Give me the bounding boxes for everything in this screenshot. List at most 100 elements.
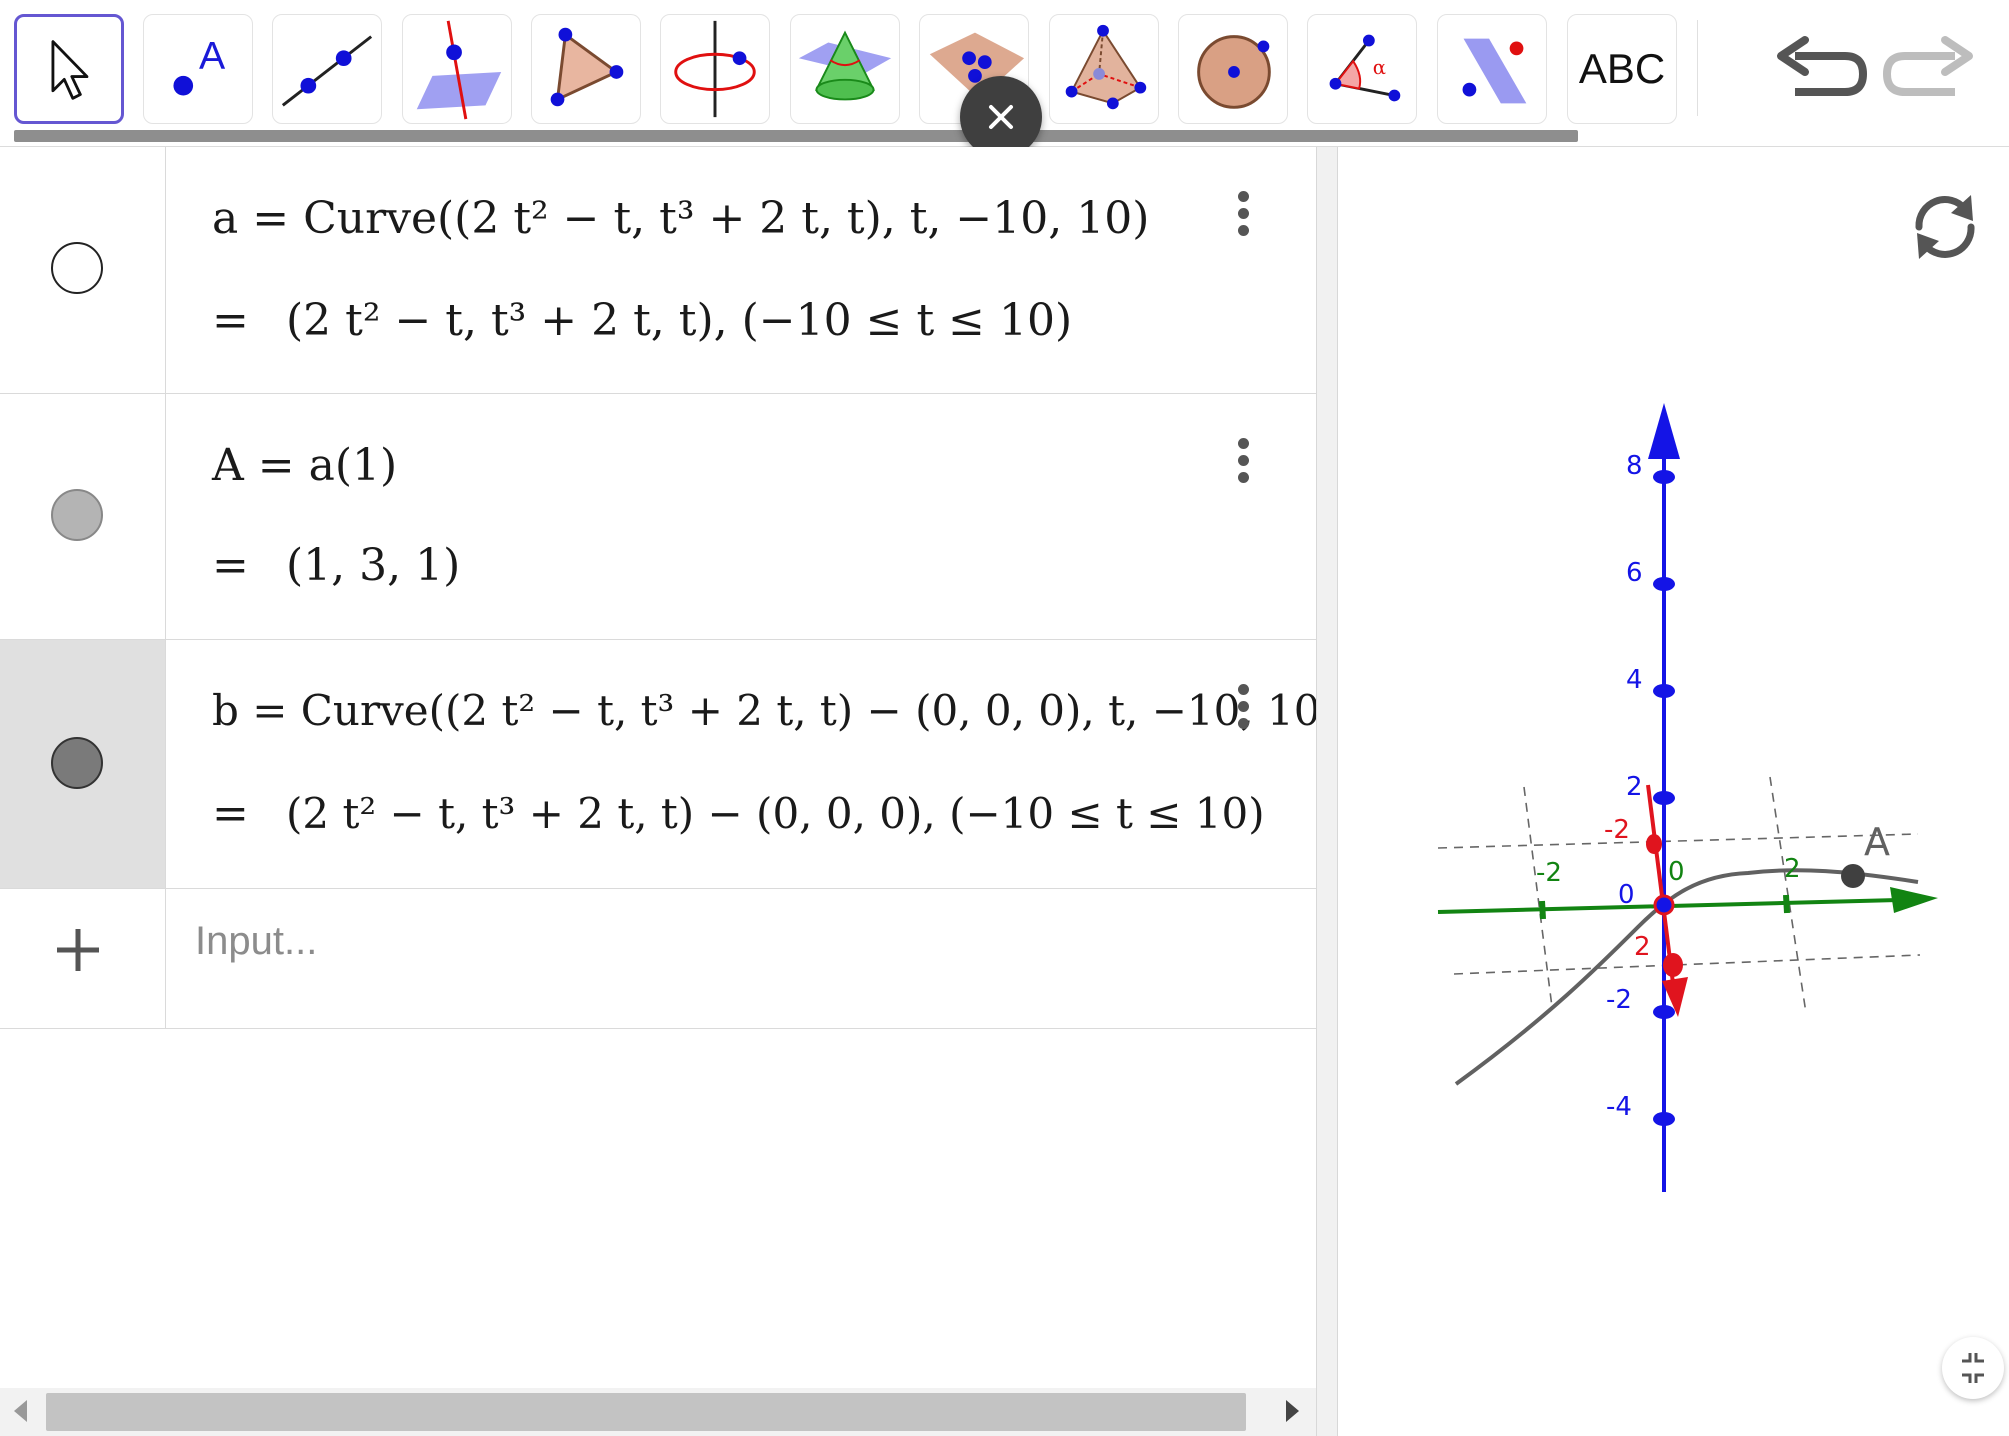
extrude-to-cone-tool-button[interactable] bbox=[790, 14, 900, 124]
angle-icon: α bbox=[1329, 34, 1401, 102]
scroll-left-arrow-icon[interactable] bbox=[14, 1400, 27, 1422]
point-icon: A bbox=[173, 34, 226, 96]
value-text-a: (2 t² − t, t³ + 2 t, t), (−10 ≤ t ≤ 10) bbox=[286, 295, 1073, 346]
y-tick-label: -2 bbox=[1536, 858, 1562, 888]
toolbar-separator bbox=[1697, 20, 1698, 116]
algebra-view: a = Curve((2 t² − t, t³ + 2 t, t), t, −1… bbox=[0, 147, 1337, 1387]
z-tick bbox=[1653, 577, 1675, 591]
polygon-tool-button[interactable] bbox=[531, 14, 641, 124]
polygon-icon bbox=[550, 27, 624, 107]
cone-icon bbox=[798, 30, 892, 101]
definition-b[interactable]: b = Curve((2 t² − t, t³ + 2 t, t) − (0, … bbox=[212, 686, 1337, 735]
visibility-toggle-a[interactable] bbox=[51, 242, 103, 294]
z-tick bbox=[1653, 1112, 1675, 1126]
svg-text:α: α bbox=[1373, 56, 1386, 79]
reflect-plane-icon bbox=[1462, 38, 1527, 104]
equals-sign: = bbox=[212, 295, 249, 346]
point-A-label: A bbox=[1864, 820, 1890, 864]
algebra-row-b[interactable]: b = Curve((2 t² − t, t³ + 2 t, t) − (0, … bbox=[0, 640, 1337, 889]
redo-button[interactable] bbox=[1875, 30, 1985, 116]
value-text-b: (2 t² − t, t³ + 2 t, t) − (0, 0, 0), (−1… bbox=[286, 789, 1265, 838]
toolbar-scrollbar[interactable] bbox=[14, 130, 1578, 142]
z-tick bbox=[1653, 791, 1675, 805]
grid-line bbox=[1437, 833, 1919, 849]
value-A: = (1, 3, 1) bbox=[212, 540, 460, 591]
close-toolbar-button[interactable] bbox=[960, 76, 1042, 158]
z-tick-label: 8 bbox=[1626, 451, 1643, 481]
z-tick-label: 6 bbox=[1626, 558, 1643, 588]
y-axis-arrow-icon bbox=[1890, 887, 1938, 913]
origin-point bbox=[1653, 894, 1675, 916]
algebra-row-A[interactable]: A = a(1) = (1, 3, 1) bbox=[0, 394, 1316, 640]
rotate-view-button[interactable] bbox=[1905, 187, 1985, 267]
y-tick bbox=[1783, 894, 1790, 914]
equals-sign: = bbox=[212, 788, 249, 839]
grid-line bbox=[1523, 786, 1553, 1008]
point-A bbox=[1841, 864, 1865, 888]
sphere-tool-button[interactable] bbox=[1178, 14, 1288, 124]
row-menu-a[interactable] bbox=[1236, 191, 1250, 242]
cursor-arrow-icon bbox=[51, 40, 89, 100]
reflect-about-plane-tool-button[interactable] bbox=[1437, 14, 1547, 124]
svg-text:A: A bbox=[199, 34, 226, 78]
fit-view-icon bbox=[1962, 1353, 1984, 1383]
y-tick-label: 2 bbox=[1784, 854, 1801, 884]
x-tick bbox=[1663, 953, 1683, 977]
row-gutter bbox=[0, 147, 166, 393]
row-menu-A[interactable] bbox=[1236, 438, 1250, 489]
value-text-A: (1, 3, 1) bbox=[286, 540, 461, 591]
move-tool-button[interactable] bbox=[14, 14, 124, 124]
grid-line bbox=[1453, 954, 1921, 975]
x-tick-label: 2 bbox=[1634, 932, 1651, 962]
graphics-3d-canvas[interactable]: 8 6 4 2 -2 -4 -2 0 2 -2 2 0 A bbox=[1338, 147, 2009, 1436]
equals-sign: = bbox=[212, 540, 249, 591]
origin-label: 0 bbox=[1618, 880, 1635, 910]
z-tick-labels: 8 6 4 2 -2 -4 bbox=[1606, 451, 1643, 1122]
circle-with-axis-tool-button[interactable] bbox=[660, 14, 770, 124]
line-tool-button[interactable] bbox=[272, 14, 382, 124]
row-gutter bbox=[0, 394, 166, 639]
scroll-right-arrow-icon[interactable] bbox=[1286, 1400, 1299, 1422]
perpendicular-line-icon bbox=[416, 20, 502, 120]
z-tick-label: 2 bbox=[1626, 772, 1643, 802]
line-icon bbox=[281, 35, 373, 107]
angle-tool-button[interactable]: α bbox=[1307, 14, 1417, 124]
definition-A[interactable]: A = a(1) bbox=[212, 440, 397, 491]
y-tick bbox=[1539, 900, 1546, 920]
scrollbar-thumb[interactable] bbox=[46, 1393, 1246, 1431]
point-tool-button[interactable]: A bbox=[143, 14, 253, 124]
pyramid-icon bbox=[1065, 24, 1147, 110]
circle-axis-icon bbox=[674, 20, 756, 118]
row-gutter bbox=[0, 640, 166, 888]
x-tick bbox=[1646, 834, 1662, 854]
algebra-row-a[interactable]: a = Curve((2 t² − t, t³ + 2 t, t), t, −1… bbox=[0, 147, 1316, 394]
algebra-input[interactable] bbox=[190, 909, 1280, 973]
plus-icon[interactable] bbox=[55, 927, 101, 973]
rotate-view-icon bbox=[1915, 195, 1975, 259]
z-tick-label: -2 bbox=[1606, 985, 1632, 1015]
z-tick-label: -4 bbox=[1606, 1092, 1632, 1122]
y-axis bbox=[1437, 887, 1938, 920]
z-tick-label: 4 bbox=[1626, 665, 1643, 695]
z-tick bbox=[1653, 1005, 1675, 1019]
z-axis bbox=[1648, 403, 1680, 1192]
visibility-toggle-b[interactable] bbox=[51, 737, 103, 789]
algebra-horizontal-scrollbar[interactable] bbox=[0, 1388, 1316, 1436]
fit-view-button[interactable] bbox=[1942, 1337, 2004, 1399]
visibility-toggle-A[interactable] bbox=[51, 489, 103, 541]
row-menu-b[interactable] bbox=[1236, 684, 1250, 735]
sphere-icon bbox=[1197, 35, 1271, 109]
z-tick bbox=[1653, 684, 1675, 698]
graphics-3d-view[interactable]: 8 6 4 2 -2 -4 -2 0 2 -2 2 0 A bbox=[1338, 147, 2009, 1436]
row-gutter bbox=[0, 889, 166, 1028]
value-b: = (2 t² − t, t³ + 2 t, t) − (0, 0, 0), (−… bbox=[212, 788, 1265, 839]
view-divider[interactable] bbox=[1316, 147, 1338, 1436]
perpendicular-line-tool-button[interactable] bbox=[402, 14, 512, 124]
x-tick-label: -2 bbox=[1604, 815, 1630, 845]
text-tool-button[interactable]: ABC bbox=[1567, 14, 1677, 124]
definition-a[interactable]: a = Curve((2 t² − t, t³ + 2 t, t), t, −1… bbox=[212, 193, 1149, 244]
algebra-input-row[interactable] bbox=[0, 889, 1316, 1029]
pyramid-tool-button[interactable] bbox=[1049, 14, 1159, 124]
undo-button[interactable] bbox=[1765, 30, 1875, 116]
undo-icon bbox=[1777, 36, 1867, 96]
